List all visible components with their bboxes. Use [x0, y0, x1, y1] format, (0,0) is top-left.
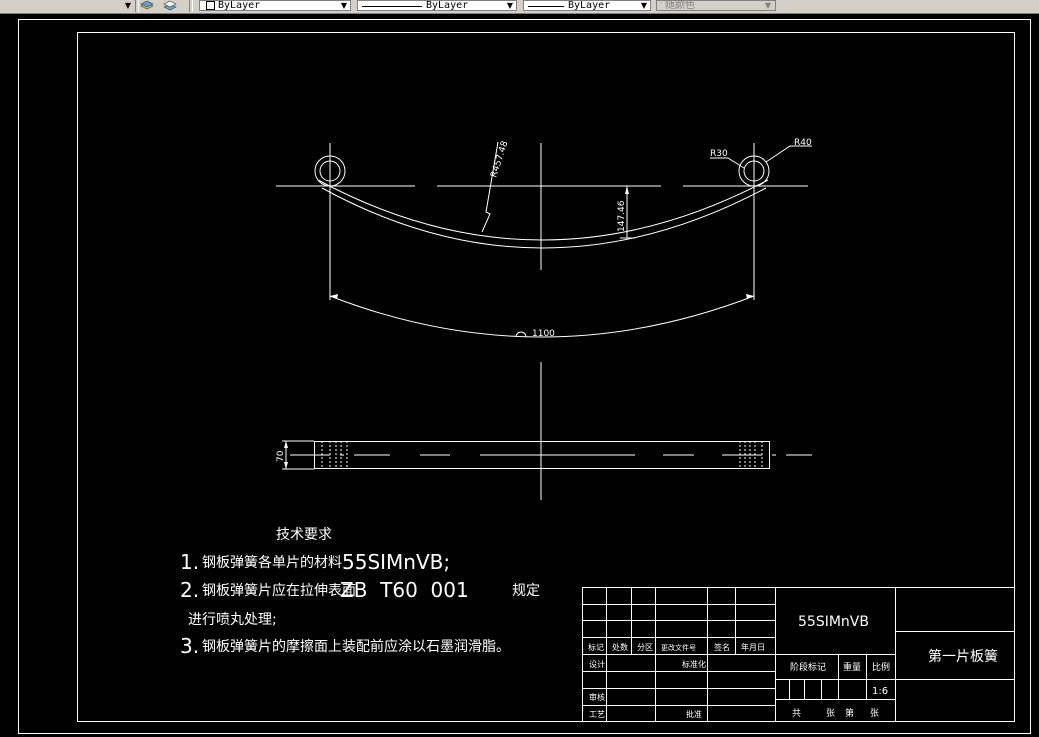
tb-header-riqi: 年月日: [741, 642, 765, 652]
req1-text: 钢板弹簧各单片的材料: [202, 555, 342, 571]
dim-span: 1100: [532, 329, 555, 339]
toolbar-separator: [135, 0, 139, 12]
req1-number: 1.: [180, 550, 199, 574]
leaf-lower-edge: [321, 187, 767, 249]
chevron-down-icon[interactable]: ▼: [505, 0, 515, 11]
tb-header-fenqu: 分区: [637, 643, 653, 652]
spring-top-view: [282, 440, 812, 470]
dim-height: 147.46: [617, 200, 627, 232]
technical-requirements: 技术要求 1. 钢板弹簧各单片的材料 55SIMnVB; 2. 钢板弹簧片应在拉…: [180, 527, 540, 658]
req3-text: 钢板弹簧片的摩擦面上装配前应涂以石墨润滑脂。: [202, 638, 510, 655]
r30-leader: [710, 157, 745, 169]
outer-frame: [18, 19, 1031, 734]
tb-part-name: 第一片板簧: [928, 648, 998, 665]
color-dropdown-arrow[interactable]: ▼: [123, 0, 133, 11]
tb-sheet-gong: 共: [792, 708, 801, 719]
tb-label-zhongliang: 重量: [843, 661, 861, 673]
chevron-down-icon[interactable]: ▼: [639, 0, 649, 11]
tb-label-pizhun: 批准: [686, 709, 702, 719]
tb-scale-value: 1:6: [872, 686, 888, 697]
req2-standard: ZB T60 001: [340, 578, 469, 602]
drawing-canvas[interactable]: R457.48 147.46 R30 R40 1100 70 技术要求 1. 钢…: [0, 14, 1039, 737]
plotstyle-value: 随颜色: [665, 0, 695, 11]
req3-number: 3.: [180, 634, 199, 658]
dim-radius-main: R457.48: [489, 140, 510, 179]
tb-label-gongyi: 工艺: [589, 710, 605, 719]
tb-label-bili: 比例: [872, 661, 890, 673]
color-combobox[interactable]: ByLayer: [199, 0, 351, 11]
tb-header-gengai: 更改文件号: [661, 643, 696, 652]
lineweight-combobox[interactable]: ByLayer: [523, 0, 651, 11]
chevron-down-icon[interactable]: ▼: [339, 0, 349, 11]
tb-sheet-zhang1: 张: [826, 708, 835, 719]
color-swatch-icon: [206, 1, 215, 10]
span-arrow-left: [330, 294, 338, 299]
req2-continuation: 进行喷丸处理;: [188, 612, 277, 628]
height-arrow-top: [625, 186, 629, 194]
req2-number: 2.: [180, 578, 199, 602]
tb-sheet-di: 第: [845, 707, 854, 719]
req1-material: 55SIMnVB;: [342, 550, 450, 574]
tb-header-chushu: 处数: [612, 642, 628, 652]
lineweight-value: ByLayer: [568, 0, 611, 11]
tech-req-title: 技术要求: [276, 527, 332, 543]
leaf-upper-edge: [317, 179, 769, 241]
properties-toolbar: ▼ ByLayer ▼ ByLayer ▼ ByLayer ▼ 随颜色 ▼: [0, 0, 1039, 14]
chevron-down-icon: ▼: [764, 1, 772, 10]
tb-label-shenhe: 审核: [589, 692, 605, 702]
spring-front-view: [276, 141, 812, 500]
layer-states-icon[interactable]: [163, 0, 177, 11]
plotstyle-combobox: 随颜色: [656, 0, 776, 11]
linetype-value: ByLayer: [426, 0, 469, 11]
linetype-preview: [362, 1, 422, 7]
color-value: ByLayer: [218, 0, 261, 11]
linetype-combobox[interactable]: ByLayer: [357, 0, 517, 11]
tb-material: 55SIMnVB: [798, 614, 869, 630]
tb-header-biaoji: 标记: [588, 642, 604, 652]
req2-tail: 规定: [512, 583, 540, 599]
dim-r30: R30: [710, 149, 728, 159]
dim-width: 70: [276, 450, 286, 462]
span-arrow-right: [746, 294, 754, 299]
lineweight-preview: [528, 1, 564, 7]
tb-label-sheji: 设计: [589, 659, 605, 669]
tb-header-qianming: 签名: [714, 642, 730, 652]
tb-sheet-zhang2: 张: [870, 708, 879, 719]
r40-leader: [765, 145, 812, 163]
layer-previous-icon[interactable]: [140, 0, 154, 11]
width-arrow-top: [284, 441, 288, 448]
req2-text: 钢板弹簧片应在拉伸表面: [202, 582, 356, 599]
toolbar-separator: [189, 0, 193, 12]
dim-r40: R40: [794, 138, 812, 148]
tb-label-biaozhunhua: 标准化: [682, 659, 706, 669]
width-arrow-bottom: [284, 462, 288, 469]
tb-label-jieduan: 阶段标记: [790, 661, 826, 673]
